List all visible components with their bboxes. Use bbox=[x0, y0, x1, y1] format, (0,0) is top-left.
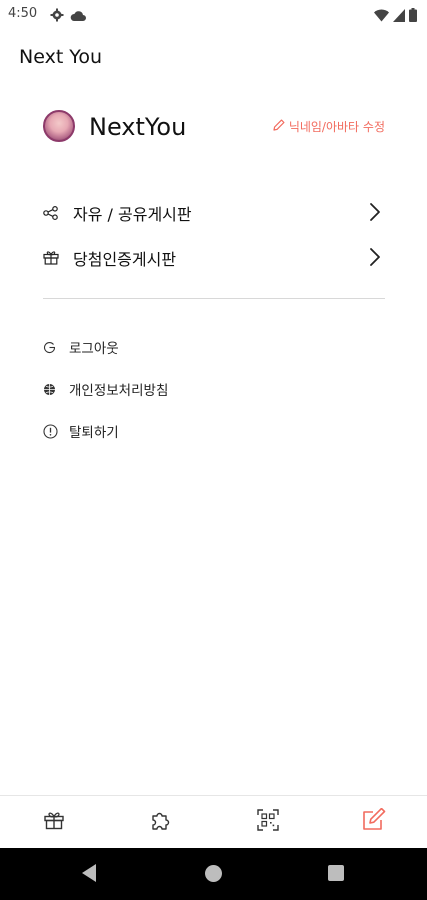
status-bar: 4:50 bbox=[0, 0, 427, 30]
home-icon[interactable] bbox=[205, 865, 222, 882]
menu-item-withdraw[interactable]: 탈퇴하기 bbox=[43, 410, 385, 452]
menu-item-label: 당첨인증게시판 bbox=[73, 249, 177, 269]
section-divider bbox=[43, 298, 385, 299]
account-menu: 로그아웃 개인정보처리방침 탈퇴하기 bbox=[43, 326, 385, 452]
menu-item-label: 개인정보처리방침 bbox=[69, 383, 169, 399]
battery-icon bbox=[409, 7, 417, 26]
signal-icon bbox=[393, 7, 405, 26]
avatar[interactable] bbox=[43, 110, 75, 142]
logout-icon bbox=[43, 341, 63, 354]
status-time: 4:50 bbox=[8, 6, 38, 21]
menu-item-logout[interactable]: 로그아웃 bbox=[43, 326, 385, 368]
cloud-icon bbox=[70, 7, 86, 26]
menu-item-label: 탈퇴하기 bbox=[69, 425, 119, 441]
back-icon[interactable] bbox=[82, 864, 96, 882]
nav-tab-edit[interactable] bbox=[361, 807, 387, 836]
menu-item-label: 자유 / 공유게시판 bbox=[73, 204, 192, 224]
menu-item-winning-board[interactable]: 당첨인증게시판 bbox=[43, 235, 385, 280]
chevron-right-icon bbox=[369, 202, 381, 226]
gift-icon bbox=[43, 250, 63, 265]
profile-row: NextYou 닉네임/아바타 수정 bbox=[43, 110, 385, 144]
gift-tab-icon bbox=[43, 810, 65, 834]
share-icon bbox=[43, 205, 63, 220]
bottom-nav bbox=[0, 795, 427, 849]
profile-name: NextYou bbox=[89, 113, 187, 141]
menu-item-free-board[interactable]: 자유 / 공유게시판 bbox=[43, 190, 385, 235]
recent-apps-icon[interactable] bbox=[328, 865, 344, 881]
wifi-icon bbox=[374, 7, 389, 26]
nav-tab-puzzle[interactable] bbox=[147, 809, 173, 835]
alert-icon bbox=[43, 423, 63, 439]
nav-tab-qr-scan[interactable] bbox=[255, 809, 281, 835]
menu-item-privacy-policy[interactable]: 개인정보처리방침 bbox=[43, 368, 385, 410]
nav-tab-gift[interactable] bbox=[41, 809, 67, 835]
globe-icon bbox=[43, 383, 63, 396]
page-title: Next You bbox=[19, 46, 103, 68]
menu-item-label: 로그아웃 bbox=[69, 341, 119, 357]
puzzle-tab-icon bbox=[149, 809, 171, 835]
qr-scan-tab-icon bbox=[257, 809, 279, 835]
pencil-icon bbox=[273, 119, 285, 134]
edit-profile-label: 닉네임/아바타 수정 bbox=[288, 120, 385, 134]
edit-profile-button[interactable]: 닉네임/아바타 수정 bbox=[273, 118, 385, 135]
main-menu: 자유 / 공유게시판 당첨인증게시판 bbox=[43, 190, 385, 280]
system-nav-bar bbox=[0, 848, 427, 900]
edit-tab-icon bbox=[361, 807, 387, 836]
gear-icon bbox=[50, 7, 64, 26]
chevron-right-icon bbox=[369, 247, 381, 271]
